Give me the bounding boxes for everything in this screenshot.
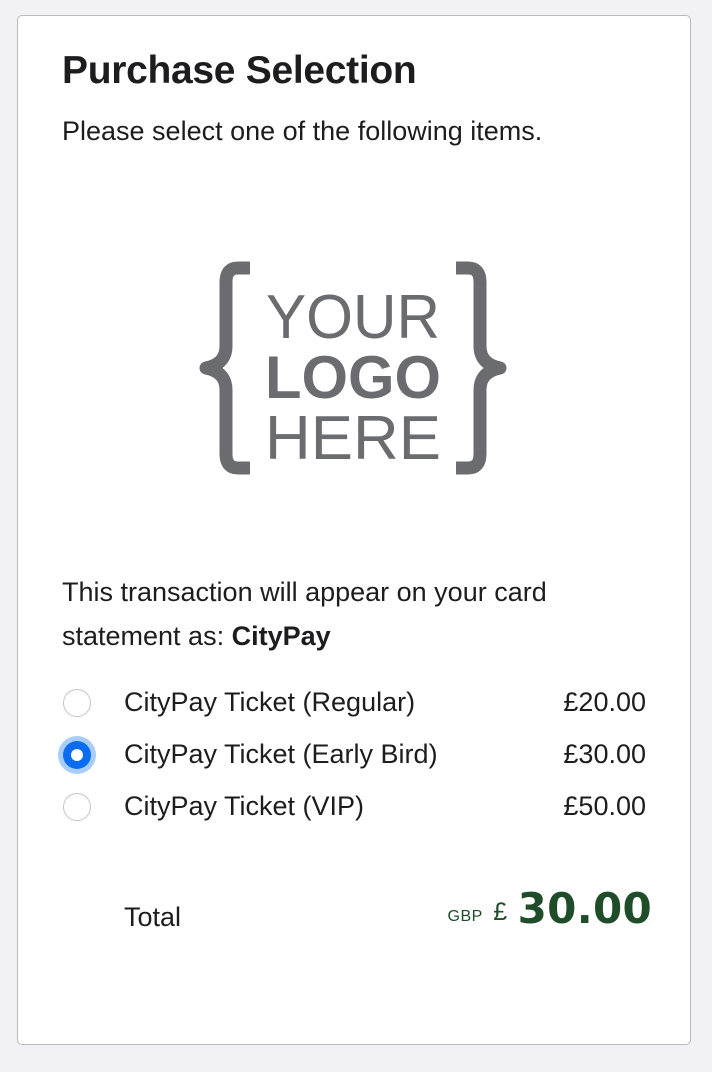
radio-vip[interactable]: [63, 793, 91, 821]
total-amount: GBP £ 30.00: [448, 884, 652, 933]
total-amount-value: 30.00: [517, 884, 652, 933]
currency-symbol: £: [493, 898, 508, 926]
option-label: CityPay Ticket (Regular): [124, 687, 416, 717]
purchase-card: Purchase Selection Please select one of …: [17, 15, 691, 1045]
option-early-bird[interactable]: CityPay Ticket (Early Bird) £30.00: [54, 734, 654, 778]
option-label: CityPay Ticket (VIP): [124, 791, 365, 821]
logo-right-brace: [456, 261, 507, 475]
logo-text-line-2: LOGO: [265, 344, 441, 411]
logo-text-line-3: HERE: [265, 404, 441, 473]
option-label: CityPay Ticket (Early Bird): [124, 739, 438, 769]
page-title: Purchase Selection: [62, 49, 417, 92]
logo-text-line-1: YOUR: [266, 283, 440, 352]
option-price: £50.00: [563, 791, 646, 821]
radio-early-bird[interactable]: [63, 741, 91, 769]
radio-regular[interactable]: [63, 689, 91, 717]
option-regular[interactable]: CityPay Ticket (Regular) £20.00: [54, 682, 654, 726]
statement-merchant-name: CityPay: [231, 621, 331, 651]
page-subtitle: Please select one of the following items…: [62, 116, 543, 146]
currency-code: GBP: [447, 908, 483, 925]
logo-left-brace: [199, 261, 250, 475]
total-row: Total GBP £ 30.00: [62, 884, 652, 944]
option-vip[interactable]: CityPay Ticket (VIP) £50.00: [54, 786, 654, 830]
merchant-logo: YOUR LOGO HERE: [199, 261, 507, 475]
option-price: £20.00: [563, 687, 646, 717]
statement-descriptor: This transaction will appear on your car…: [62, 570, 652, 658]
total-label: Total: [124, 902, 182, 932]
option-price: £30.00: [563, 739, 646, 769]
